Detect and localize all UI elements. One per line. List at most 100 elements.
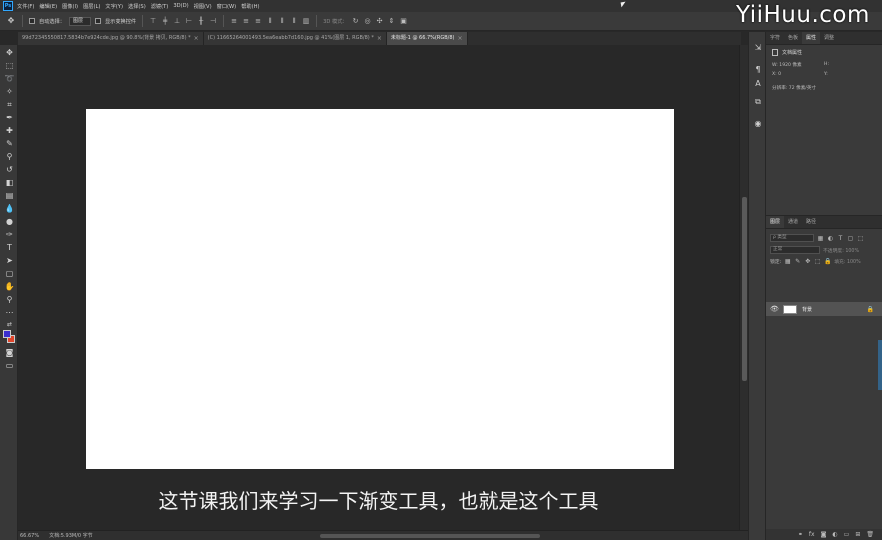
adjustment-filter-icon[interactable]: ◐ — [827, 235, 834, 242]
close-icon[interactable]: × — [194, 32, 199, 45]
delete-layer-icon[interactable]: 🗑 — [866, 531, 874, 538]
pixel-filter-icon[interactable]: ▦ — [817, 235, 824, 242]
lock-paint-icon[interactable]: ✎ — [794, 258, 801, 265]
layer-kind-filter[interactable]: ρ 类型 — [770, 234, 814, 242]
align-right-icon[interactable]: ⊣ — [209, 17, 217, 25]
rotate-3d-icon[interactable]: ↻ — [352, 17, 360, 25]
menu-edit[interactable]: 编辑(E) — [39, 3, 57, 10]
type-filter-icon[interactable]: T — [837, 235, 844, 242]
document-canvas[interactable] — [86, 109, 674, 469]
menu-layer[interactable]: 图层(L) — [83, 3, 100, 10]
menu-window[interactable]: 窗口(W) — [217, 3, 237, 10]
healing-brush-tool-icon[interactable]: ✚ — [4, 125, 15, 136]
brush-tool-icon[interactable]: ✎ — [4, 138, 15, 149]
rectangle-tool-icon[interactable]: ▢ — [4, 268, 15, 279]
magic-wand-tool-icon[interactable]: ✧ — [4, 86, 15, 97]
zoom-tool-icon[interactable]: ⚲ — [4, 294, 15, 305]
align-left-icon[interactable]: ⊢ — [185, 17, 193, 25]
eyedropper-tool-icon[interactable]: ✒ — [4, 112, 15, 123]
document-tab-2[interactable]: (C) 11665264001493.5ea6eabb7d160.jpg @ 4… — [203, 32, 387, 45]
history-brush-tool-icon[interactable]: ↺ — [4, 164, 15, 175]
tab-channels[interactable]: 通道 — [784, 216, 802, 228]
document-tab-3[interactable]: 未标题-1 @ 66.7%(RGB/8) × — [386, 32, 468, 45]
character-panel-icon[interactable]: A — [752, 78, 764, 90]
tab-swatches[interactable]: 色板 — [784, 32, 802, 44]
auto-align-icon[interactable]: ▥ — [302, 17, 310, 25]
tab-layers[interactable]: 图层 — [766, 216, 785, 228]
menu-file[interactable]: 文件(F) — [17, 3, 34, 10]
menu-view[interactable]: 视图(V) — [194, 3, 212, 10]
close-icon[interactable]: × — [457, 32, 462, 45]
y-field[interactable]: Y: — [824, 72, 876, 77]
width-field[interactable]: W: 1920 像素 — [772, 62, 824, 68]
type-tool-icon[interactable]: T — [4, 242, 15, 253]
lock-all-icon[interactable]: 🔒 — [824, 258, 831, 265]
layer-name[interactable]: 背景 — [802, 306, 862, 313]
brush-presets-icon[interactable]: ◉ — [752, 118, 764, 130]
shape-filter-icon[interactable]: ▢ — [847, 235, 854, 242]
x-field[interactable]: X: 0 — [772, 72, 824, 77]
show-transform-checkbox[interactable] — [94, 18, 101, 24]
tab-paths[interactable]: 路径 — [802, 216, 820, 228]
link-layers-icon[interactable]: ⚭ — [798, 531, 803, 538]
path-selection-tool-icon[interactable]: ➤ — [4, 255, 15, 266]
clone-stamp-tool-icon[interactable]: ⚲ — [4, 151, 15, 162]
opacity-field[interactable]: 不透明度: 100% — [823, 247, 859, 254]
move-tool-icon[interactable]: ✥ — [6, 16, 16, 26]
distribute-bottom-icon[interactable]: ≡ — [254, 17, 262, 25]
auto-select-dropdown[interactable]: 图层 — [68, 16, 91, 26]
layer-comps-icon[interactable]: ⧉ — [752, 96, 764, 108]
menu-type[interactable]: 文字(Y) — [105, 3, 123, 10]
align-vcenter-icon[interactable]: ╪ — [161, 17, 169, 25]
blend-mode-select[interactable]: 正常 — [770, 246, 820, 254]
distribute-hcenter-icon[interactable]: ⦀ — [278, 17, 286, 25]
height-field[interactable]: H: — [824, 62, 876, 68]
tab-properties[interactable]: 属性 — [802, 32, 821, 44]
menu-select[interactable]: 选择(S) — [128, 3, 146, 10]
visibility-eye-icon[interactable]: 👁 — [770, 305, 779, 313]
slide-3d-icon[interactable]: ⇕ — [388, 17, 396, 25]
vertical-scrollbar[interactable] — [739, 45, 748, 530]
layer-style-icon[interactable]: fx — [809, 531, 815, 538]
move-tool-icon[interactable]: ✥ — [4, 47, 15, 58]
distribute-left-icon[interactable]: ⦀ — [266, 17, 274, 25]
scale-3d-icon[interactable]: ▣ — [400, 17, 408, 25]
new-group-icon[interactable]: ▭ — [844, 531, 850, 538]
pan-3d-icon[interactable]: ✣ — [376, 17, 384, 25]
eraser-tool-icon[interactable]: ◧ — [4, 177, 15, 188]
lock-pixels-icon[interactable]: ▦ — [784, 258, 791, 265]
menu-image[interactable]: 图像(I) — [62, 3, 78, 10]
distribute-top-icon[interactable]: ≡ — [230, 17, 238, 25]
more-tools-icon[interactable]: ⋯ — [4, 307, 15, 318]
pen-tool-icon[interactable]: ✑ — [4, 229, 15, 240]
dodge-tool-icon[interactable]: ● — [4, 216, 15, 227]
roll-3d-icon[interactable]: ◎ — [364, 17, 372, 25]
gradient-tool-icon[interactable]: ▤ — [4, 190, 15, 201]
tab-adjustments[interactable]: 调整 — [820, 32, 838, 44]
screen-mode-icon[interactable]: ▭ — [4, 360, 15, 371]
fill-field[interactable]: 填充: 100% — [834, 258, 860, 265]
menu-help[interactable]: 帮助(H) — [241, 3, 259, 10]
adjustment-layer-icon[interactable]: ◐ — [832, 531, 837, 538]
document-tab-1[interactable]: 99d72345550817.5834b7e924cde.jpg @ 90.8%… — [18, 32, 204, 45]
default-colors-icon[interactable]: ⇄ — [4, 319, 15, 330]
align-bottom-icon[interactable]: ⊥ — [173, 17, 181, 25]
distribute-vcenter-icon[interactable]: ≡ — [242, 17, 250, 25]
auto-select-checkbox[interactable] — [29, 18, 35, 24]
smart-object-filter-icon[interactable]: ⬚ — [857, 235, 864, 242]
zoom-level[interactable]: 66.67% — [20, 533, 39, 539]
distribute-right-icon[interactable]: ⦀ — [290, 17, 298, 25]
menu-3d[interactable]: 3D(D) — [173, 3, 188, 9]
document-workspace[interactable]: 这节课我们来学习一下渐变工具，也就是这个工具 — [18, 45, 739, 530]
add-mask-icon[interactable]: ◙ — [821, 531, 827, 538]
blur-tool-icon[interactable]: 💧 — [4, 203, 15, 214]
scrollbar-thumb[interactable] — [742, 197, 747, 381]
lasso-tool-icon[interactable]: ➰ — [4, 73, 15, 84]
marquee-tool-icon[interactable]: ⬚ — [4, 60, 15, 71]
tab-character[interactable]: 字符 — [766, 32, 784, 44]
menu-filter[interactable]: 滤镜(T) — [151, 3, 169, 10]
hand-tool-icon[interactable]: ✋ — [4, 281, 15, 292]
lock-position-icon[interactable]: ✥ — [804, 258, 811, 265]
paragraph-panel-icon[interactable]: ¶ — [752, 64, 764, 76]
new-layer-icon[interactable]: ⊞ — [855, 531, 860, 538]
